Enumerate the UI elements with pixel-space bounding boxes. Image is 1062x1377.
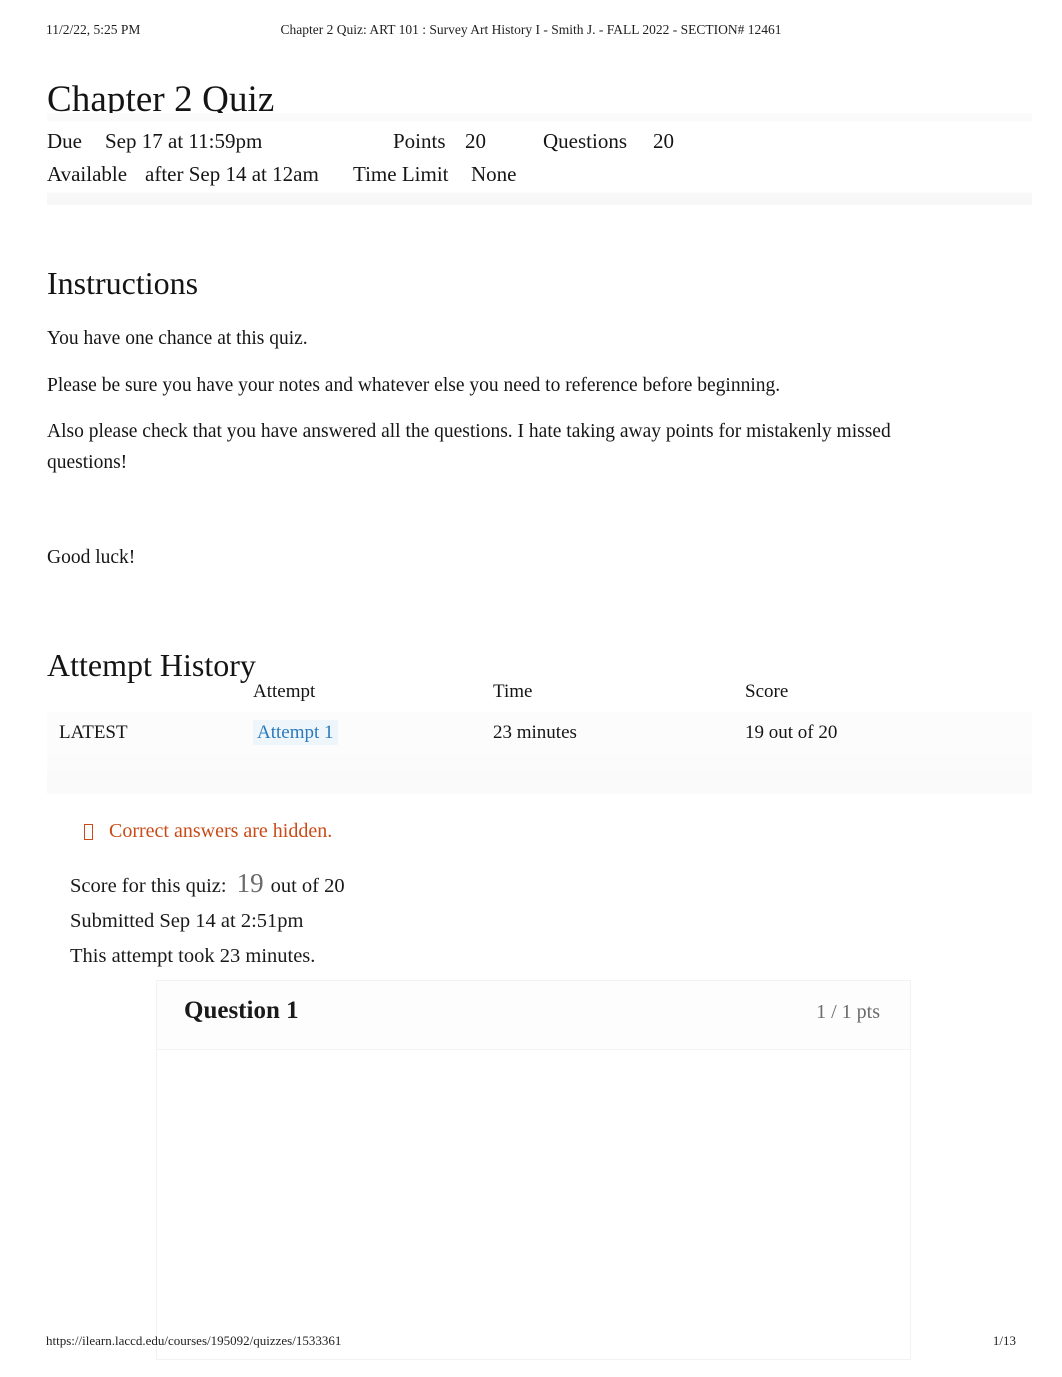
- print-footer-url: https://ilearn.laccd.edu/courses/195092/…: [46, 1333, 342, 1348]
- submitted-timestamp: Submitted Sep 14 at 2:51pm: [70, 910, 304, 932]
- score-summary: Score for this quiz: 19 out of 20 Submit…: [70, 868, 345, 972]
- instructions-paragraph-1: You have one chance at this quiz.: [47, 327, 308, 349]
- score-out-of: out of 20: [270, 875, 345, 897]
- score-line: Score for this quiz: 19 out of 20: [70, 868, 345, 902]
- points-label: Points: [393, 129, 446, 153]
- attempt-time-value: 23 minutes: [493, 722, 577, 743]
- question-panel: Question 1 1 / 1 pts: [156, 980, 911, 1360]
- attempt-duration: This attempt took 23 minutes.: [70, 945, 316, 967]
- attempt-history-table: Attempt Time Score LATEST Attempt 1 23 m…: [47, 672, 1032, 794]
- due-value: Sep 17 at 11:59pm: [105, 129, 263, 153]
- table-bottom-band: [47, 772, 1032, 794]
- question-points: 1 / 1 pts: [816, 1001, 880, 1023]
- questions-label: Questions: [543, 129, 627, 153]
- quiz-metadata-row-1: Due Sep 17 at 11:59pm Points 20 Question…: [47, 125, 1032, 158]
- attempt-1-link[interactable]: Attempt 1: [253, 720, 338, 745]
- instructions-paragraph-4: Good luck!: [47, 546, 136, 568]
- column-header-time: Time: [493, 681, 533, 702]
- print-header: 11/2/22, 5:25 PM Chapter 2 Quiz: ART 101…: [0, 22, 1062, 44]
- table-row-spacer: [47, 754, 1032, 772]
- column-header-score: Score: [745, 681, 789, 702]
- instructions-heading: Instructions: [47, 264, 199, 301]
- time-limit-label: Time Limit: [353, 162, 449, 186]
- quiz-metadata-row-2: Available after Sep 14 at 12am Time Limi…: [47, 158, 1032, 191]
- question-title: Question 1: [184, 997, 299, 1024]
- question-header: Question 1 1 / 1 pts: [157, 981, 910, 1050]
- available-label: Available: [47, 162, 128, 186]
- print-document-title: Chapter 2 Quiz: ART 101 : Survey Art His…: [280, 22, 782, 37]
- attempt-link-cell: Attempt 1: [253, 720, 493, 745]
- points-value: 20: [465, 129, 486, 153]
- column-header-attempt: Attempt: [253, 681, 316, 702]
- table-header-row: Attempt Time Score: [47, 672, 1032, 712]
- attempt-score-value: 19 out of 20: [745, 722, 838, 743]
- instructions-paragraph-3: Also please check that you have answered…: [47, 420, 891, 473]
- score-value: 19: [236, 868, 264, 898]
- due-label: Due: [47, 129, 82, 153]
- time-limit-value: None: [471, 162, 517, 186]
- tofu-missing-glyph-icon: [84, 823, 93, 840]
- score-label: Score for this quiz:: [70, 875, 227, 897]
- question-body: [157, 1050, 910, 1350]
- available-value: after Sep 14 at 12am: [145, 162, 319, 186]
- print-footer: https://ilearn.laccd.edu/courses/195092/…: [0, 1333, 1062, 1353]
- instructions-paragraph-2: Please be sure you have your notes and w…: [47, 374, 781, 396]
- print-footer-page-number: 1/13: [992, 1333, 1016, 1348]
- correct-answers-hidden-notice: Correct answers are hidden.: [84, 820, 332, 843]
- table-row: LATEST Attempt 1 23 minutes 19 out of 20: [47, 712, 1032, 754]
- attempt-latest-flag: LATEST: [59, 722, 128, 743]
- questions-value: 20: [653, 129, 674, 153]
- quiz-metadata-panel: Due Sep 17 at 11:59pm Points 20 Question…: [47, 113, 1032, 205]
- notice-text: Correct answers are hidden.: [109, 820, 333, 842]
